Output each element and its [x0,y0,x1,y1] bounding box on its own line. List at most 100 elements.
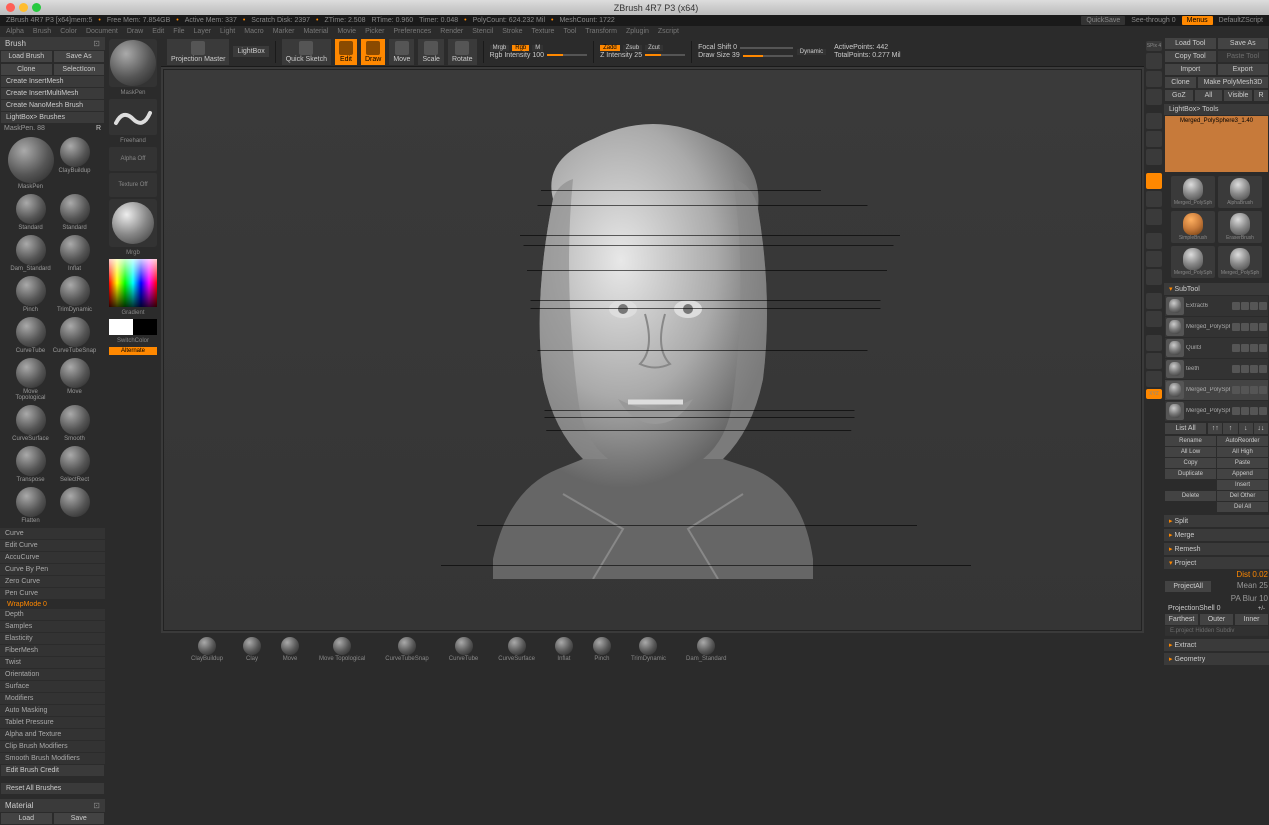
flag-icon[interactable] [1259,407,1267,415]
menu-alpha[interactable]: Alpha [6,28,24,35]
color-picker[interactable] [109,259,157,307]
alpha-thumb[interactable]: Alpha Off [109,147,157,171]
menu-preferences[interactable]: Preferences [394,28,432,35]
menu-color[interactable]: Color [60,28,77,35]
menu-movie[interactable]: Movie [337,28,356,35]
save-as-tool-button[interactable]: Save As [1218,38,1269,49]
quickbrush-trimdynamic[interactable]: TrimDynamic [631,637,666,662]
section-clip-brush-modifiers[interactable]: Clip Brush Modifiers [0,741,105,752]
section-curve[interactable]: Curve [0,528,105,539]
flag-icon[interactable] [1232,344,1240,352]
goz-visible-button[interactable]: Visible [1224,90,1252,101]
inner-button[interactable]: Inner [1235,614,1268,625]
color-swatches[interactable] [109,319,157,335]
material-panel-header[interactable]: Material ⊡ [0,799,105,812]
save-as-brush-button[interactable]: Save As [54,51,105,62]
switchcolor-button[interactable]: SwitchColor [109,337,157,345]
delete-button[interactable]: Delete [1165,491,1216,501]
section-surface[interactable]: Surface [0,681,105,692]
current-brush-thumb[interactable] [109,39,157,87]
menu-tool[interactable]: Tool [563,28,576,35]
flag-icon[interactable] [1250,386,1258,394]
project-all-button[interactable]: ProjectAll [1165,581,1211,592]
brush-empty[interactable] [55,487,95,524]
duplicate-button[interactable]: Duplicate [1165,469,1216,479]
flag-icon[interactable] [1259,302,1267,310]
clone-tool-button[interactable]: Clone [1165,77,1196,88]
eproject-hidden[interactable]: E.project Hidden Subdiv [1165,626,1268,636]
subtool-header[interactable]: SubTool [1164,283,1269,295]
material-save-button[interactable]: Save [54,813,105,824]
move-subtool-button[interactable]: ↑ [1223,423,1237,434]
texture-thumb[interactable]: Texture Off [109,173,157,197]
section-zero-curve[interactable]: Zero Curve [0,576,105,587]
focal-shift-slider[interactable]: Focal Shift 0 [698,44,737,51]
default-zscript[interactable]: DefaultZScript [1219,17,1263,24]
menu-stencil[interactable]: Stencil [472,28,493,35]
section-pen-curve[interactable]: Pen Curve [0,588,105,599]
subtool-extract6[interactable]: Extract6 [1165,296,1268,316]
draw-size-slider[interactable]: Draw Size 39 [698,52,740,59]
section-twist[interactable]: Twist [0,657,105,668]
menu-draw[interactable]: Draw [127,28,143,35]
flag-icon[interactable] [1232,323,1240,331]
select-icon-button[interactable]: SelectIcon [54,64,105,75]
brush-inflat[interactable]: Inflat [55,235,95,272]
export-button[interactable]: Export [1218,64,1269,75]
tool-thumb-eraserbrush[interactable]: EraserBrush [1218,211,1262,243]
make-polymesh-button[interactable]: Make PolyMesh3D [1198,77,1268,88]
rotate-mode-button[interactable]: Rotate [448,39,477,65]
livepik-button[interactable] [1146,293,1162,309]
create-create-insertmesh[interactable]: Create InsertMesh [1,76,104,87]
append-button[interactable]: Append [1217,469,1268,479]
maximize-icon[interactable]: ⊡ [93,801,100,810]
lightbox-tools-button[interactable]: LightBox> Tools [1164,104,1269,115]
quickbrush-move-topological[interactable]: Move Topological [319,637,365,662]
dynamic-button[interactable] [1146,113,1162,129]
section-depth[interactable]: Depth [0,609,105,620]
material-load-button[interactable]: Load [1,813,52,824]
brush-claybuildup[interactable]: ClayBuildup [55,137,95,190]
actual-button[interactable] [1146,71,1162,87]
pablur-slider[interactable]: PA Blur 10 [1231,594,1268,603]
spix-slider[interactable]: SPix 4 [1146,41,1162,51]
lightbox-button[interactable]: LightBox [233,46,268,57]
m-toggle[interactable]: M [532,45,543,51]
flag-icon[interactable] [1250,323,1258,331]
brush-standard[interactable]: Standard [11,194,51,231]
zoom-button[interactable] [1146,53,1162,69]
create-create-nanomesh-brush[interactable]: Create NanoMesh Brush [1,100,104,111]
zadd-toggle[interactable]: Zadd [600,45,620,51]
goz-button[interactable]: GoZ [1165,90,1193,101]
section-merge[interactable]: Merge [1164,529,1269,541]
move-subtool-button[interactable]: ↓ [1239,423,1253,434]
projection-master-button[interactable]: Projection Master [167,39,229,65]
edit-brush-credit[interactable]: Edit Brush Credit [1,765,104,776]
alternate-button[interactable]: Alternate [109,347,157,355]
subtool-merged_polysphere_5[interactable]: Merged_PolySphere_5 [1165,401,1268,421]
brush-selectrect[interactable]: SelectRect [55,446,95,483]
quickbrush-move[interactable]: Move [281,637,299,662]
maximize-icon[interactable]: ⊡ [93,39,100,48]
brush-smooth[interactable]: Smooth [55,405,95,442]
tool-thumb-simplebrush[interactable]: SimpleBrush [1171,211,1215,243]
subtool-merged_polysphere3_2[interactable]: Merged_PolySphere3_2 [1165,380,1268,400]
quicksave-button[interactable]: QuickSave [1081,16,1125,25]
copy-tool-button[interactable]: Copy Tool [1165,51,1216,62]
mean-slider[interactable]: Mean 25 [1213,581,1268,592]
flag-icon[interactable] [1241,344,1249,352]
section-smooth-brush-modifiers[interactable]: Smooth Brush Modifiers [0,753,105,764]
gradient-label[interactable]: Gradient [109,309,157,317]
clone-brush-button[interactable]: Clone [1,64,52,75]
import-button[interactable]: Import [1165,64,1216,75]
transp-button[interactable] [1146,335,1162,351]
brush-pinch[interactable]: Pinch [11,276,51,313]
persp-button[interactable] [1146,131,1162,147]
section-samples[interactable]: Samples [0,621,105,632]
all-high-button[interactable]: All High [1217,447,1268,457]
create-lightbox-brushes[interactable]: LightBox> Brushes [1,112,104,123]
quickbrush-curvesurface[interactable]: CurveSurface [498,637,535,662]
flag-icon[interactable] [1241,323,1249,331]
flag-icon[interactable] [1250,365,1258,373]
menu-stroke[interactable]: Stroke [502,28,522,35]
